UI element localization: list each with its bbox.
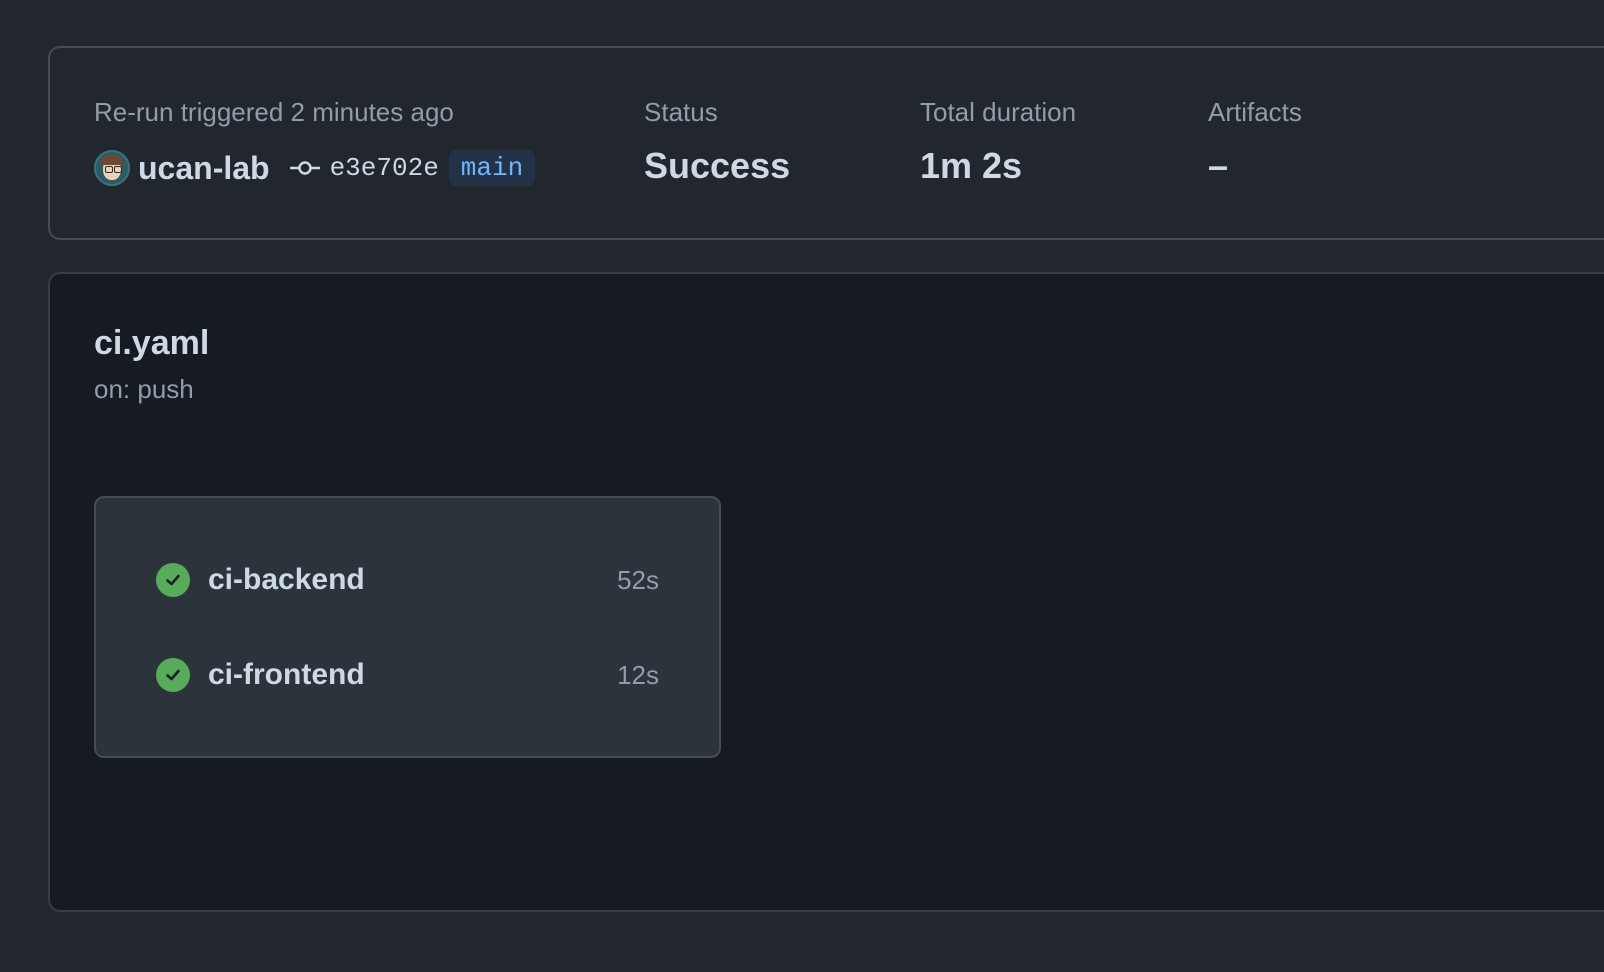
workflow-trigger: on: push xyxy=(94,374,194,404)
trigger-details: ucan-lab e3e702e main xyxy=(94,146,536,190)
trigger-label: Re-run triggered 2 minutes ago xyxy=(94,97,454,127)
job-item-ci-frontend[interactable]: ci-frontend 12s xyxy=(156,655,659,695)
status-column: Status Success xyxy=(644,94,790,188)
jobs-card: ci-backend 52s ci-frontend 12s xyxy=(94,496,721,758)
job-item-ci-backend[interactable]: ci-backend 52s xyxy=(156,560,659,600)
run-summary-panel: Re-run triggered 2 minutes ago ucan-lab … xyxy=(48,46,1604,240)
branch-badge[interactable]: main xyxy=(448,150,536,186)
artifacts-column: Artifacts – xyxy=(1208,94,1302,188)
job-name: ci-frontend xyxy=(208,658,365,691)
trigger-column: Re-run triggered 2 minutes ago ucan-lab … xyxy=(94,94,536,190)
artifacts-label: Artifacts xyxy=(1208,97,1302,127)
status-value: Success xyxy=(644,145,791,186)
duration-column: Total duration 1m 2s xyxy=(920,94,1076,188)
avatar[interactable] xyxy=(94,150,130,186)
git-commit-icon xyxy=(289,161,320,175)
workflow-name: ci.yaml xyxy=(94,324,210,362)
status-label: Status xyxy=(644,97,718,127)
check-circle-icon xyxy=(156,658,190,692)
check-circle-icon xyxy=(156,563,190,597)
commit-sha-link[interactable]: e3e702e xyxy=(330,153,439,183)
workflow-graph-panel: ci.yaml on: push ci-backend 52s ci-front… xyxy=(48,272,1604,912)
job-duration: 52s xyxy=(617,564,659,595)
duration-value: 1m 2s xyxy=(920,145,1023,186)
job-duration: 12s xyxy=(617,659,659,690)
job-name: ci-backend xyxy=(208,563,365,596)
artifacts-value: – xyxy=(1208,145,1229,186)
duration-label: Total duration xyxy=(920,97,1077,127)
actor-link[interactable]: ucan-lab xyxy=(138,150,270,187)
